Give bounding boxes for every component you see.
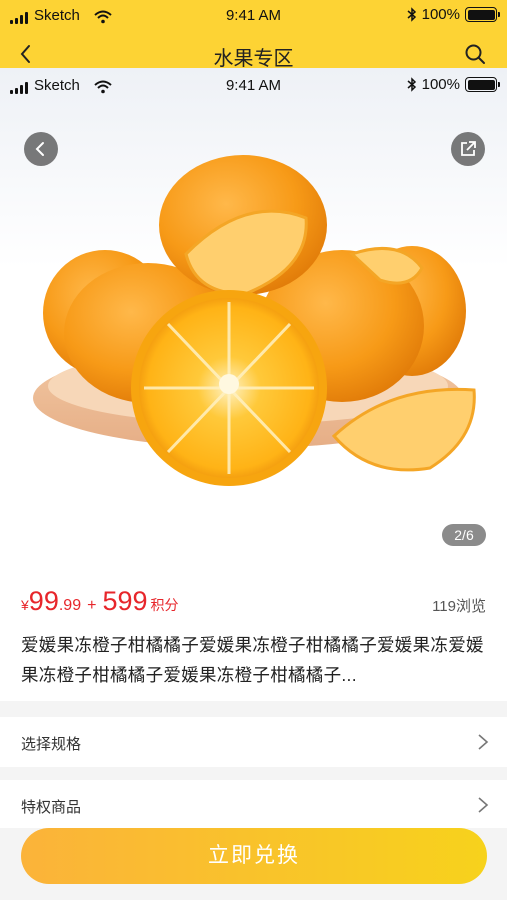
points-value: 599 (102, 586, 148, 616)
nav-bar: 水果专区 (0, 36, 507, 70)
back-chevron-icon (35, 142, 44, 156)
chevron-right-icon (478, 797, 489, 813)
price-decimal: .99 (58, 597, 82, 614)
search-icon[interactable] (463, 42, 487, 66)
view-count: 119浏览 (432, 598, 486, 615)
product-gallery[interactable]: Sketch 9:41 AM 100% 2/6 (0, 68, 507, 568)
app-header: Sketch 9:41 AM 100% 水果专区 (0, 0, 507, 70)
battery-percent: 100% (421, 76, 460, 93)
select-spec-label: 选择规格 (21, 736, 82, 753)
status-right: 100% (407, 6, 500, 23)
status-bar: Sketch 9:41 AM 100% (0, 0, 507, 30)
currency-symbol: ¥ (21, 597, 29, 613)
status-right: 100% (407, 76, 500, 93)
redeem-now-button[interactable]: 立即兑换 (21, 828, 487, 884)
product-title: 爱媛果冻橙子柑橘橘子爱媛果冻橙子柑橘橘子爱媛果冻爱媛果冻橙子柑橘橘子爱媛果冻橙子… (21, 635, 484, 685)
battery-icon (465, 77, 500, 92)
gallery-page-indicator: 2/6 (442, 524, 486, 546)
gallery-back-button[interactable] (24, 132, 58, 166)
price-plus: + (87, 597, 97, 614)
privilege-item-label: 特权商品 (21, 799, 82, 816)
product-image (33, 155, 476, 486)
privilege-item-row[interactable]: 特权商品 (0, 780, 507, 828)
bluetooth-icon (407, 7, 416, 22)
points-unit: 积分 (150, 597, 179, 613)
select-spec-row[interactable]: 选择规格 (0, 717, 507, 767)
page-title: 水果专区 (213, 48, 294, 70)
battery-icon (465, 7, 500, 22)
price-integer: 99 (28, 586, 59, 616)
image-status-bar: Sketch 9:41 AM 100% (0, 70, 507, 100)
chevron-right-icon (478, 734, 489, 750)
share-button[interactable] (451, 132, 485, 166)
bluetooth-icon (407, 77, 416, 92)
price: ¥ 99 .99 + 599 积分 (21, 586, 179, 617)
product-info: ¥ 99 .99 + 599 积分 119浏览 爱媛果冻橙子柑橘橘子爱媛果冻橙子… (0, 568, 507, 701)
share-icon (461, 141, 476, 156)
battery-percent: 100% (421, 6, 460, 23)
